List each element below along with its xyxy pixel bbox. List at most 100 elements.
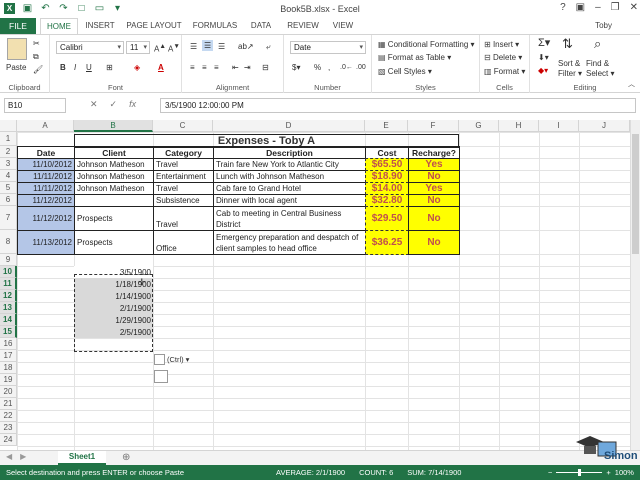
name-box[interactable]: B10 xyxy=(4,98,66,113)
accounting-format-icon[interactable]: $▾ xyxy=(292,62,300,73)
status-sum[interactable]: SUM: 7/14/1900 xyxy=(407,468,461,477)
zoom-level[interactable]: 100% xyxy=(615,468,634,477)
row-header-19[interactable]: 19 xyxy=(0,374,17,386)
vertical-scrollbar[interactable] xyxy=(630,120,640,450)
category-cell[interactable]: Travel xyxy=(153,206,214,231)
column-header-h[interactable]: H xyxy=(499,120,539,132)
row-header-12[interactable]: 12 xyxy=(0,290,17,302)
paste-icon[interactable] xyxy=(7,38,27,60)
zoom-out-icon[interactable]: − xyxy=(548,468,552,477)
row-header-8[interactable]: 8 xyxy=(0,230,17,254)
paste-button[interactable]: Paste xyxy=(6,62,26,73)
column-header-d[interactable]: D xyxy=(213,120,365,132)
tab-page-layout[interactable]: PAGE LAYOUT xyxy=(124,18,184,34)
row-header-15[interactable]: 15 xyxy=(0,326,17,338)
row-header-4[interactable]: 4 xyxy=(0,170,17,182)
comma-style-icon[interactable]: , xyxy=(328,62,330,73)
row-header-6[interactable]: 6 xyxy=(0,194,17,206)
zoom-in-icon[interactable]: + xyxy=(606,468,610,477)
format-cells-button[interactable]: ▥ Format ▾ xyxy=(484,66,525,77)
tab-view[interactable]: VIEW xyxy=(328,18,358,34)
next-sheet-icon[interactable]: ▶ xyxy=(20,452,26,461)
formula-input[interactable]: 3/5/1900 12:00:00 PM xyxy=(160,98,636,113)
enter-icon[interactable]: ✓ xyxy=(110,99,118,110)
align-right-icon[interactable]: ≡ xyxy=(214,62,219,73)
delete-cells-button[interactable]: ⊟ Delete ▾ xyxy=(484,52,522,63)
row-header-11[interactable]: 11 xyxy=(0,278,17,290)
align-left-icon[interactable]: ≡ xyxy=(190,62,195,73)
cell-styles-button[interactable]: ▧ Cell Styles ▾ xyxy=(378,66,432,77)
description-cell[interactable]: Emergency preparation and despatch of cl… xyxy=(213,230,366,255)
column-header-c[interactable]: C xyxy=(153,120,213,132)
row-header-13[interactable]: 13 xyxy=(0,302,17,314)
recharge-cell[interactable]: No xyxy=(408,230,460,255)
fill-icon[interactable]: ⬇▾ xyxy=(538,52,549,63)
borders-icon[interactable]: ⊞ xyxy=(106,62,113,73)
cut-icon[interactable]: ✂ xyxy=(33,38,40,49)
tab-formulas[interactable]: FORMULAS xyxy=(190,18,240,34)
row-header-3[interactable]: 3 xyxy=(0,158,17,170)
clear-icon[interactable]: ◆▾ xyxy=(538,65,548,76)
row-header-23[interactable]: 23 xyxy=(0,422,17,434)
client-cell[interactable]: Prospects xyxy=(74,206,154,231)
row-header-5[interactable]: 5 xyxy=(0,182,17,194)
column-header-g[interactable]: G xyxy=(459,120,499,132)
cost-cell[interactable]: $36.25 xyxy=(365,230,409,255)
worksheet-grid[interactable]: A B C D E F G H I J 1 2 3 4 5 6 7 8 9 10 11 12 13 14 1… xyxy=(0,120,630,450)
user-name[interactable]: Toby xyxy=(595,18,612,34)
row-header-14[interactable]: 14 xyxy=(0,314,17,326)
copy-icon[interactable]: ⧉ xyxy=(33,51,39,62)
underline-icon[interactable]: U xyxy=(86,62,92,73)
row-header-1[interactable]: 1 xyxy=(0,132,17,146)
autosum-icon[interactable]: Σ▾ xyxy=(538,38,550,49)
new-sheet-icon[interactable]: ⊕ xyxy=(122,452,130,463)
recharge-cell[interactable]: No xyxy=(408,206,460,231)
select-all-corner[interactable] xyxy=(0,120,17,132)
number-format-combo[interactable]: Date xyxy=(290,41,366,54)
tab-review[interactable]: REVIEW xyxy=(282,18,324,34)
help-icon[interactable]: ? xyxy=(560,2,566,13)
row-header-21[interactable]: 21 xyxy=(0,398,17,410)
sort-filter-icon[interactable]: ⇅ xyxy=(562,37,573,50)
column-header-b[interactable]: B xyxy=(74,120,153,132)
insert-function-icon[interactable]: fx xyxy=(129,99,136,110)
wrap-text-icon[interactable]: ⤶ xyxy=(266,41,270,52)
shrink-font-icon[interactable]: A▼ xyxy=(168,41,180,55)
increase-indent-icon[interactable]: ⇥ xyxy=(244,62,251,73)
row-header-18[interactable]: 18 xyxy=(0,362,17,374)
client-cell[interactable]: Prospects xyxy=(74,230,154,255)
date-cell[interactable]: 11/13/2012 xyxy=(17,230,75,255)
increase-decimal-icon[interactable]: .0← xyxy=(340,62,353,73)
pasted-cell[interactable]: 1/29/1900 xyxy=(74,314,153,326)
orientation-icon[interactable]: ab↗ xyxy=(238,41,254,52)
grow-font-icon[interactable]: A▲ xyxy=(154,41,166,55)
ribbon-display-icon[interactable]: ▣ xyxy=(576,2,585,13)
find-select-button[interactable]: Find & Select ▾ xyxy=(586,59,614,79)
column-header-j[interactable]: J xyxy=(579,120,630,132)
cost-cell[interactable]: $29.50 xyxy=(365,206,409,231)
scroll-thumb[interactable] xyxy=(632,134,639,254)
tab-file[interactable]: FILE xyxy=(0,18,36,34)
zoom-slider[interactable] xyxy=(556,469,603,476)
fill-color-icon[interactable]: ◈ xyxy=(134,62,140,73)
tab-insert[interactable]: INSERT xyxy=(82,18,118,34)
sheet-tab-sheet1[interactable]: Sheet1 xyxy=(58,451,106,465)
bottom-align-icon[interactable]: ☰ xyxy=(218,41,225,52)
italic-icon[interactable]: I xyxy=(74,62,76,73)
percent-style-icon[interactable]: % xyxy=(314,62,321,73)
row-header-20[interactable]: 20 xyxy=(0,386,17,398)
font-size-combo[interactable]: 11 xyxy=(126,41,150,54)
row-header-2[interactable]: 2 xyxy=(0,146,17,158)
sort-filter-button[interactable]: Sort & Filter ▾ xyxy=(558,59,582,79)
restore-icon[interactable]: ❐ xyxy=(611,2,620,13)
column-header-e[interactable]: E xyxy=(365,120,408,132)
row-header-16[interactable]: 16 xyxy=(0,338,17,350)
middle-align-icon[interactable]: ☰ xyxy=(202,40,214,51)
format-as-table-button[interactable]: ▤ Format as Table ▾ xyxy=(378,52,451,63)
font-color-icon[interactable]: A xyxy=(158,62,164,73)
row-header-9[interactable]: 9 xyxy=(0,254,17,266)
merge-center-icon[interactable]: ⊟ xyxy=(262,62,269,73)
description-cell[interactable]: Cab to meeting in Central Business Distr… xyxy=(213,206,366,231)
align-center-icon[interactable]: ≡ xyxy=(202,62,207,73)
status-count[interactable]: COUNT: 6 xyxy=(359,468,393,477)
